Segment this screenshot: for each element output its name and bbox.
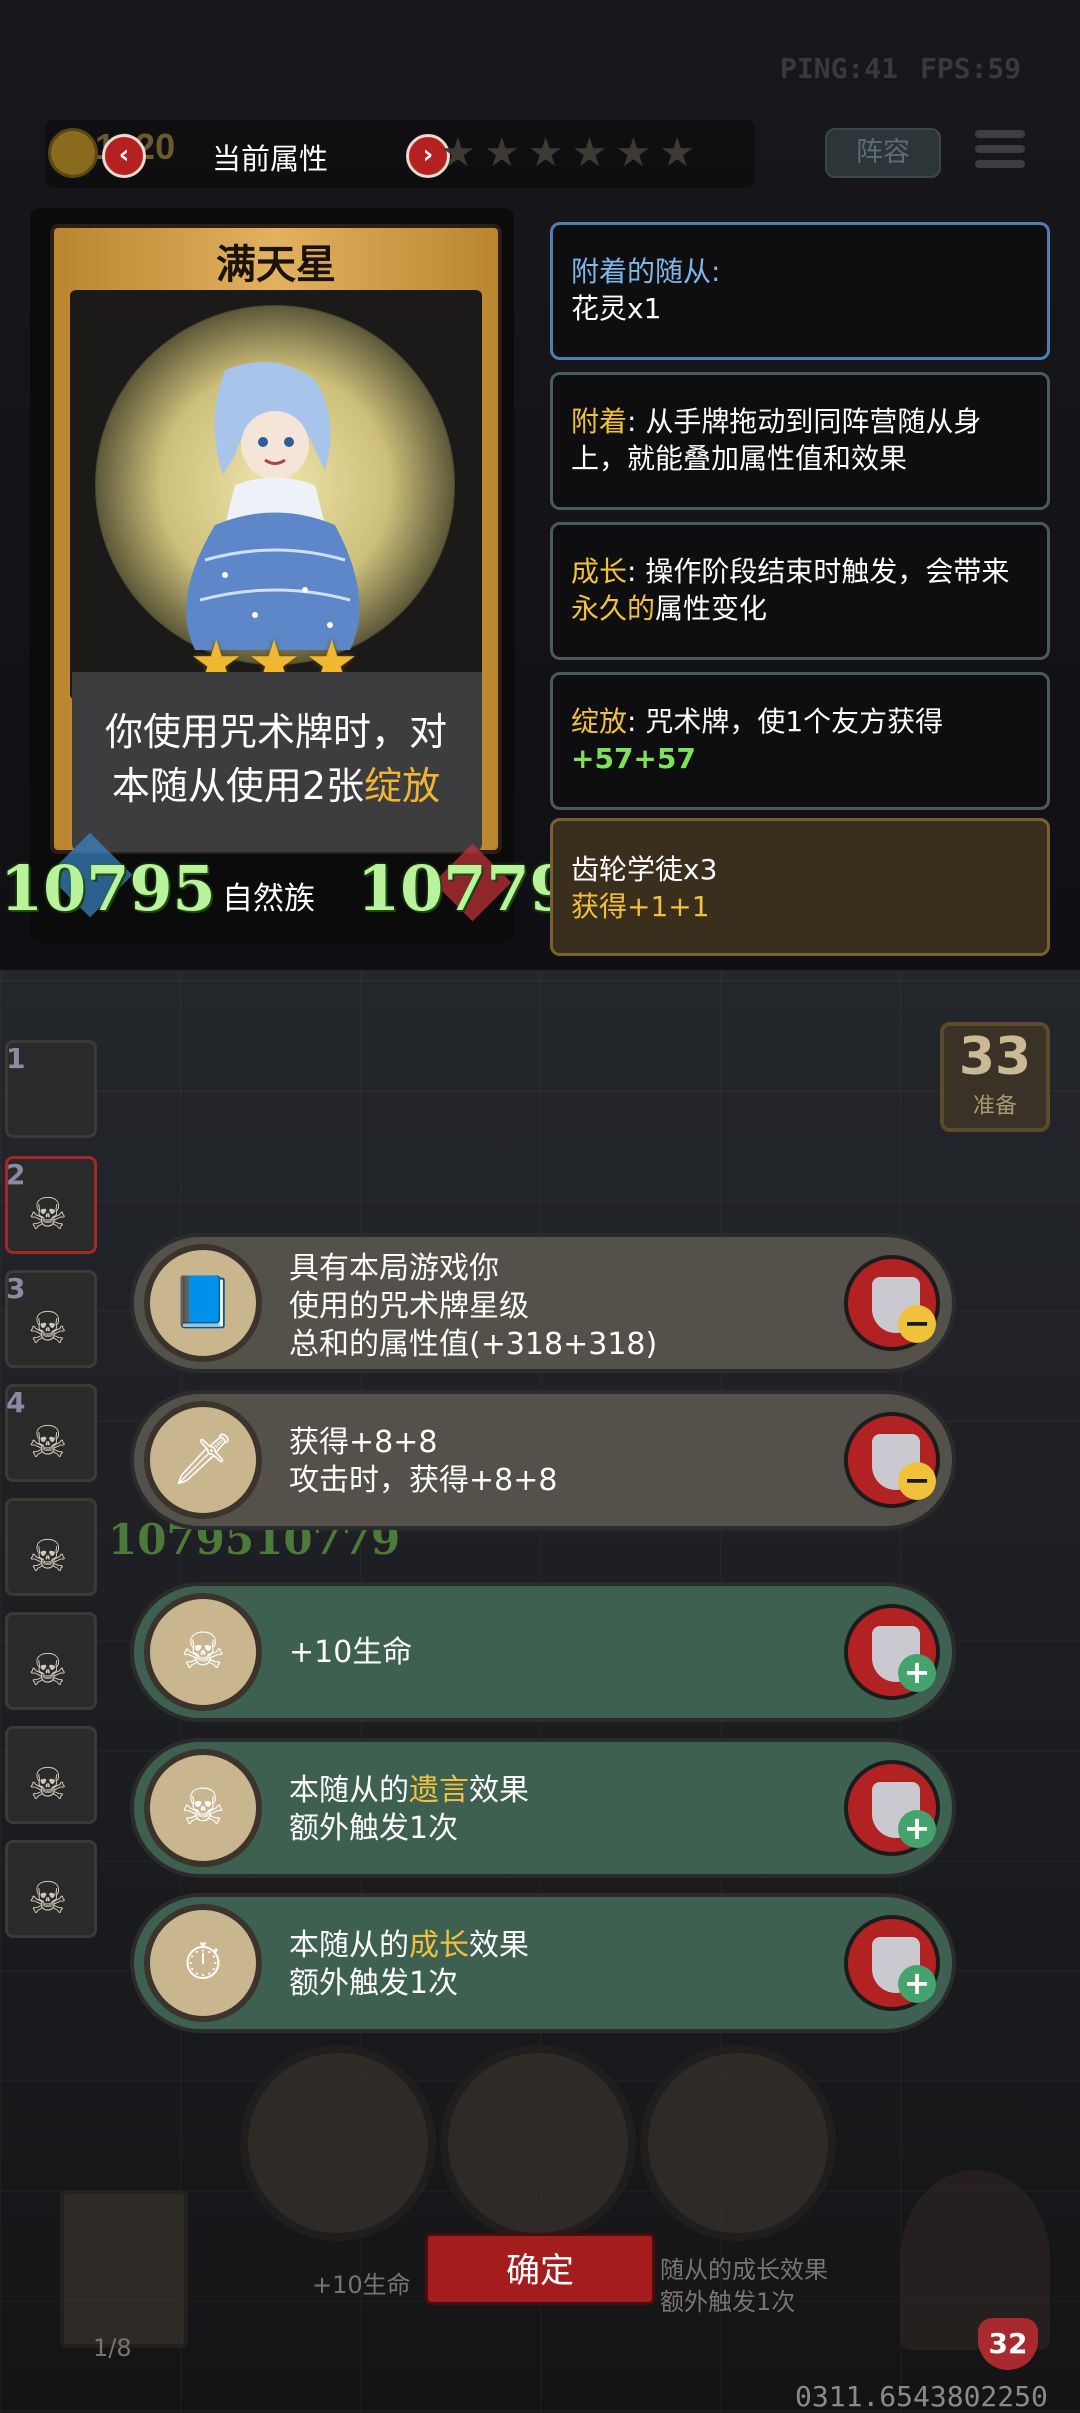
skull-icon: ☠ (28, 1303, 68, 1354)
card-desc-line-1: 你使用咒术牌时，对 (104, 710, 447, 754)
ping-readout: PING:41 (780, 52, 899, 85)
side-slot-6[interactable]: ☠ (5, 1612, 97, 1710)
card-desc-line-2: 本随从使用2张绽放 (111, 764, 441, 808)
choice-text: 具有本局游戏你 使用的咒术牌星级 总和的属性值(+318+318) (289, 1251, 658, 1362)
permanent-keyword: 永久的 (571, 592, 656, 625)
add-button[interactable]: + (844, 1760, 940, 1856)
slot-number: 2 (6, 1158, 26, 1191)
confirm-button[interactable]: 确定 (425, 2233, 655, 2305)
skull-icon: ☠ (28, 1531, 68, 1582)
attack-value: 10795 (0, 852, 216, 925)
stopwatch-icon: ⏱ (144, 1904, 262, 2022)
attached-title: 附着的随从: (571, 255, 721, 288)
page-title: 当前属性 (212, 142, 329, 176)
bloom-keyword: 绽放 (364, 764, 441, 808)
attached-minions-panel: 附着的随从: 花灵x1 (550, 222, 1050, 360)
deck-icon[interactable] (60, 2190, 188, 2348)
spellbook-icon: 📘 (144, 1244, 262, 1362)
skull-icon: ☠ (28, 1873, 68, 1924)
bottom-option-skull[interactable] (240, 2045, 436, 2241)
plus-icon: + (898, 1965, 936, 2003)
coordinate-readout: 0311.6543802250 (795, 2380, 1048, 2413)
choice-text: 本随从的成长效果 额外触发1次 (289, 1928, 529, 2001)
growth-keyword: 成长 (409, 1928, 469, 1963)
remove-button[interactable]: − (844, 1255, 940, 1351)
gear-title: 齿轮学徒x3 (571, 853, 718, 886)
card-name: 满天星 (216, 242, 336, 288)
timer-label: 准备 (972, 1094, 1017, 1119)
bottom-ghost-left: +10生命 (312, 2271, 411, 2299)
sword-icon: 🗡 (144, 1401, 262, 1519)
side-slot-8[interactable]: ☠ (5, 1840, 97, 1938)
deathrattle-icon: ☠ (144, 1749, 262, 1867)
chevron-right-icon: › (422, 140, 434, 170)
attached-value: 花灵x1 (571, 292, 662, 325)
growth-keyword-panel: 成长: 操作阶段结束时触发，会带来永久的属性变化 (550, 522, 1050, 660)
choice-text: 获得+8+8 攻击时，获得+8+8 (289, 1425, 558, 1498)
health-value: 10779 (357, 852, 573, 925)
bottom-option-growth[interactable] (640, 2045, 836, 2241)
gear-bonus: 获得+1+1 (571, 890, 710, 923)
skull-icon: ☠ (28, 1417, 68, 1468)
choice-row-sword[interactable]: 🗡 获得+8+8 攻击时，获得+8+8 − (130, 1390, 956, 1530)
card-description: 你使用咒术牌时，对 本随从使用2张绽放 (60, 705, 492, 813)
choice-text: +10生命 (289, 1635, 413, 1670)
skull-icon: ☠ (28, 1189, 68, 1240)
choice-row-deathrattle[interactable]: ☠ 本随从的遗言效果 额外触发1次 + (130, 1738, 956, 1878)
skull-icon: ☠ (28, 1645, 68, 1696)
bottom-ghost-right-2: 额外触发1次 (660, 2288, 796, 2316)
side-slot-5[interactable]: ☠ (5, 1498, 97, 1596)
round-timer: 33 准备 (940, 1022, 1050, 1132)
menu-icon[interactable] (975, 130, 1025, 176)
slot-number: 4 (6, 1386, 26, 1419)
bloom-keyword-panel: 绽放: 咒术牌，使1个友方获得 +57+57 (550, 672, 1050, 810)
choice-row-growth[interactable]: ⏱ 本随从的成长效果 额外触发1次 + (130, 1893, 956, 2033)
tavern-stars: ★★★★★★ (440, 130, 704, 176)
coin-icon (48, 128, 98, 178)
gear-apprentice-panel: 齿轮学徒x3 获得+1+1 (550, 818, 1050, 956)
tribe-label: 自然族 (222, 881, 315, 917)
fps-readout: FPS:59 (920, 52, 1022, 85)
plus-icon: + (898, 1810, 936, 1848)
skull-token-icon: ☠ (144, 1593, 262, 1711)
slot-number: 1 (6, 1042, 26, 1075)
deck-page: 1/8 (93, 2334, 132, 2362)
plus-icon: + (898, 1654, 936, 1692)
minus-icon: − (898, 1462, 936, 1500)
choice-row-spell-stars[interactable]: 📘 具有本局游戏你 使用的咒术牌星级 总和的属性值(+318+318) − (130, 1233, 956, 1373)
bottom-option-deathrattle[interactable] (440, 2045, 636, 2241)
character-portrait (186, 362, 360, 650)
skull-icon: ☠ (28, 1759, 68, 1810)
attach-keyword-panel: 附着: 从手牌拖动到同阵营随从身上，就能叠加属性值和效果 (550, 372, 1050, 510)
bloom-keyword-title: 绽放 (571, 705, 628, 738)
bottom-ghost-right-1: 随从的成长效果 (660, 2256, 828, 2284)
add-button[interactable]: + (844, 1604, 940, 1700)
choice-row-health[interactable]: ☠ +10生命 + (130, 1582, 956, 1722)
side-slot-7[interactable]: ☠ (5, 1726, 97, 1824)
bloom-bonus: +57+57 (571, 742, 696, 775)
attach-text: : 从手牌拖动到同阵营随从身上，就能叠加属性值和效果 (571, 405, 982, 475)
chevron-left-icon: ‹ (118, 140, 130, 170)
growth-keyword: 成长 (571, 555, 628, 588)
deathrattle-keyword: 遗言 (409, 1773, 469, 1808)
add-button[interactable]: + (844, 1915, 940, 2011)
minus-icon: − (898, 1305, 936, 1343)
lineup-button[interactable]: 阵容 (825, 128, 941, 178)
choice-text: 本随从的遗言效果 额外触发1次 (289, 1773, 529, 1846)
slot-number: 3 (6, 1272, 26, 1305)
remove-button[interactable]: − (844, 1412, 940, 1508)
attach-keyword: 附着 (571, 405, 628, 438)
prev-button[interactable]: ‹ (102, 134, 146, 178)
timer-value: 33 (958, 1027, 1032, 1087)
